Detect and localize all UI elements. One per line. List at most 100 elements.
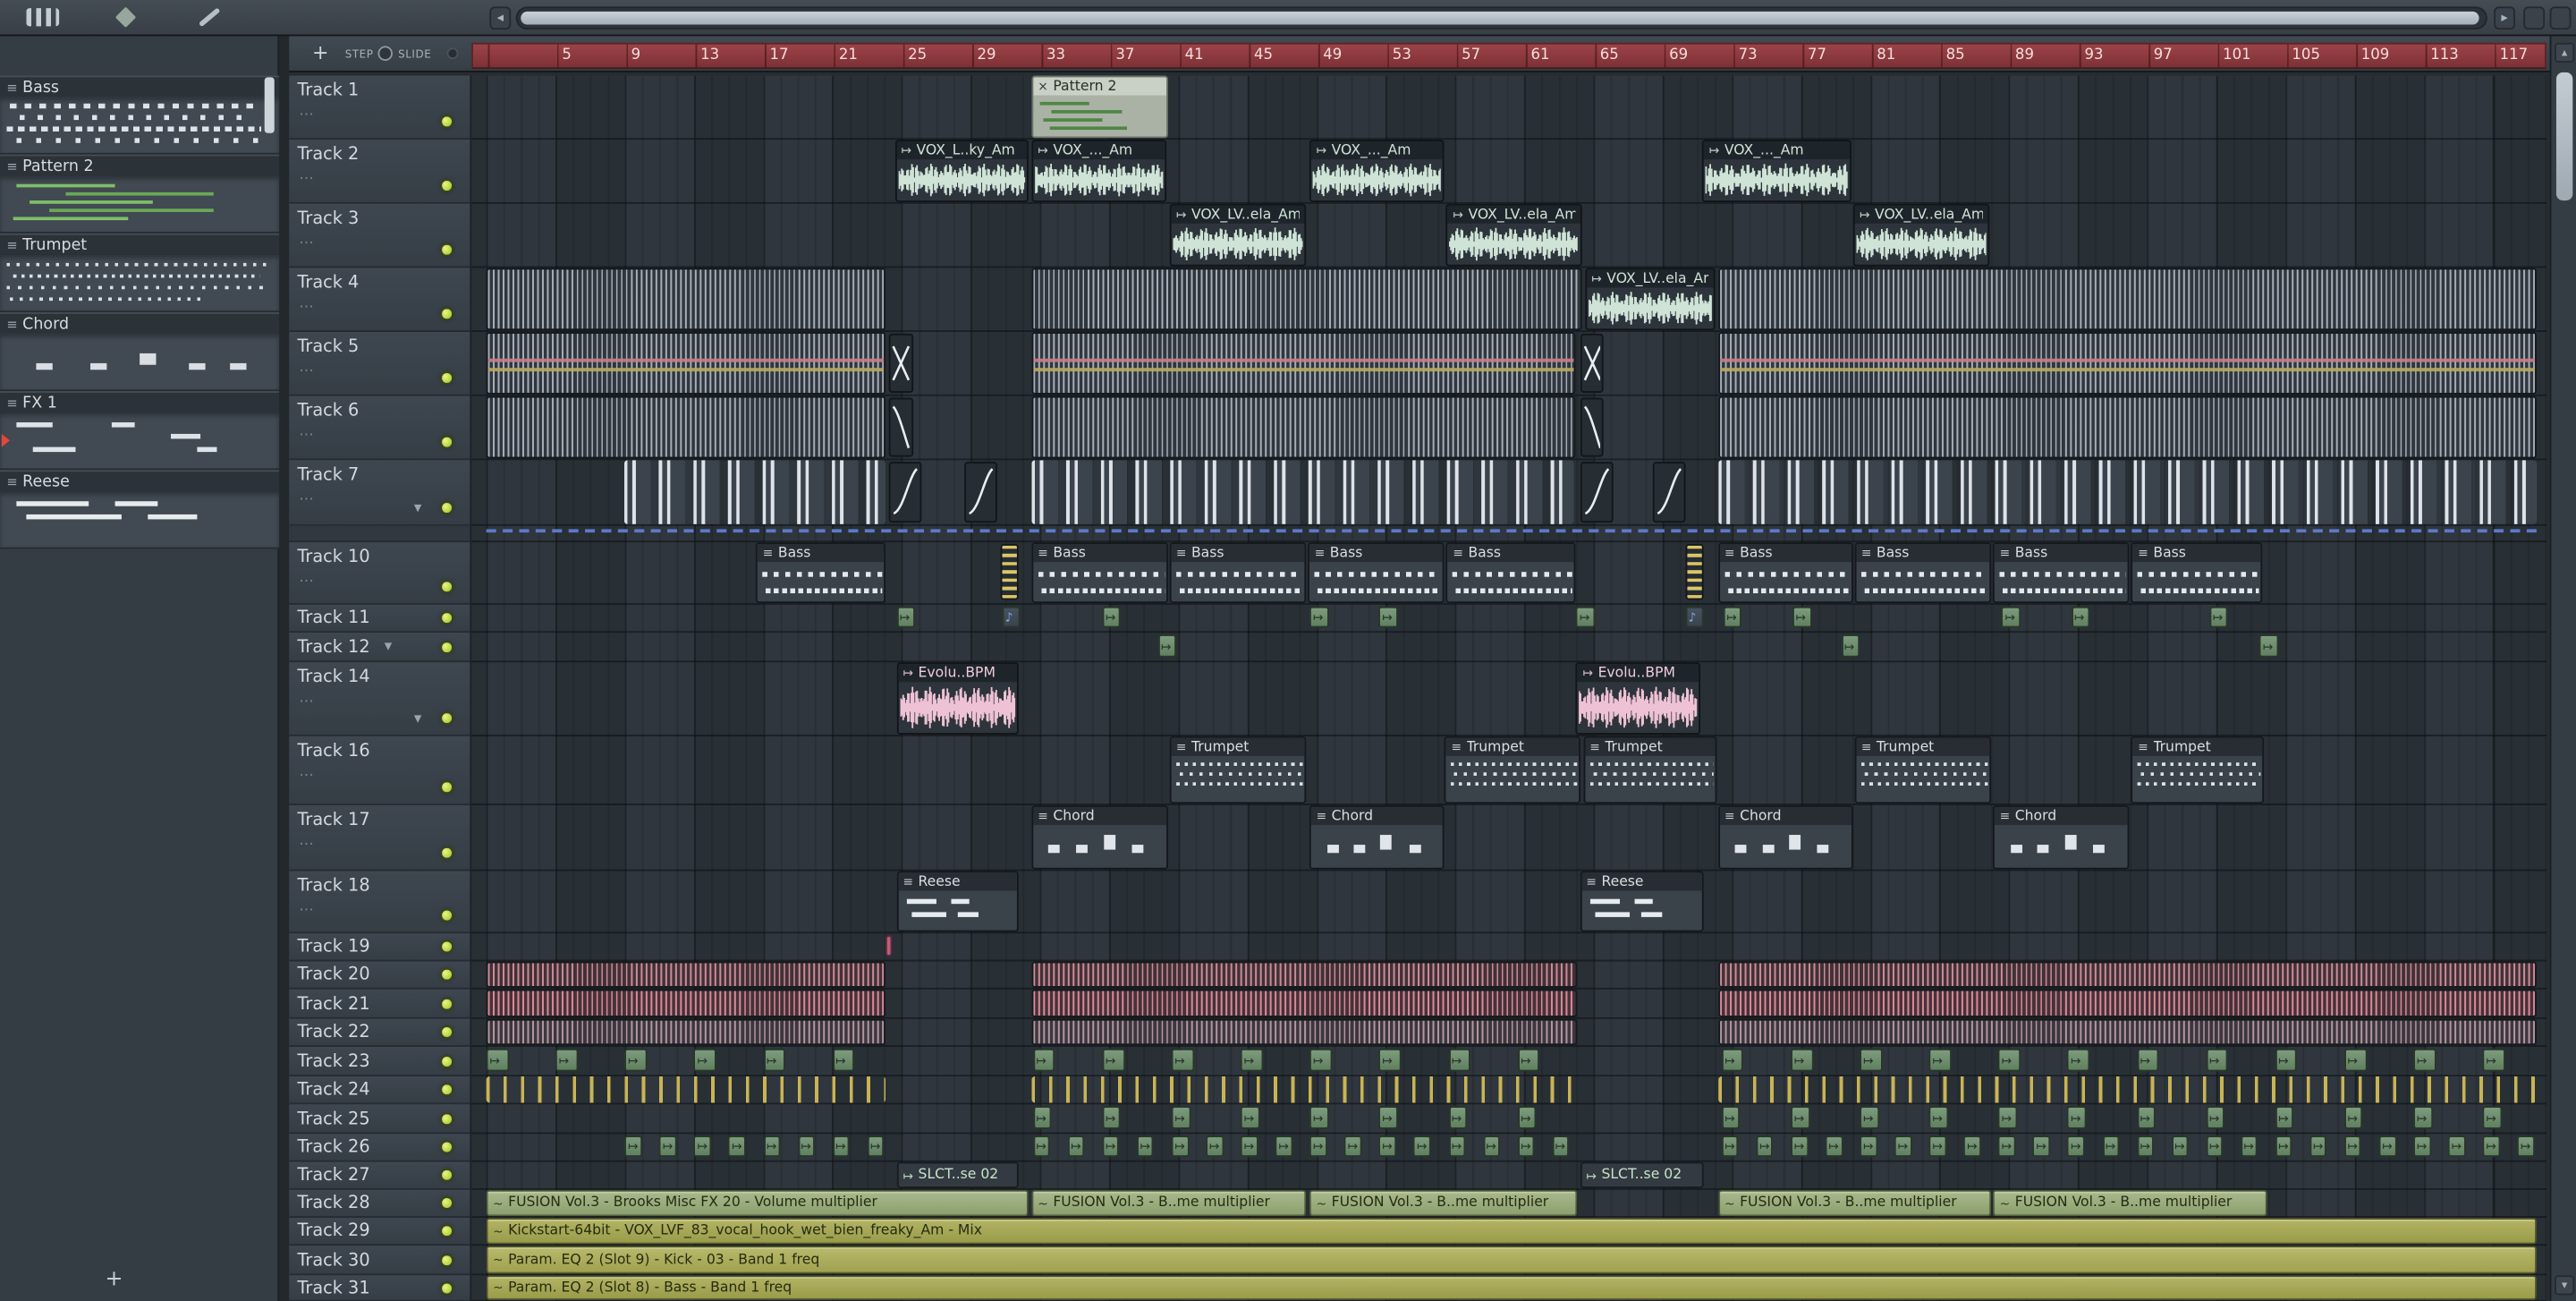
clip-mini[interactable]: ↦ xyxy=(1240,1048,1264,1072)
clip-mini[interactable]: ↦ xyxy=(797,1135,816,1158)
clip-mini[interactable]: ↦ xyxy=(1721,1106,1741,1129)
clip-mini[interactable]: ↦ xyxy=(2136,1048,2159,1072)
vscroll-up-button[interactable]: ▴ xyxy=(2555,42,2575,63)
clip-ticks[interactable] xyxy=(486,1076,886,1103)
clip-mini[interactable]: ↦ xyxy=(728,1135,746,1158)
clip-mini[interactable]: ↦ xyxy=(1157,633,1177,658)
mute-light[interactable] xyxy=(440,846,453,860)
track-header-track-10[interactable]: Track 10… xyxy=(289,542,470,605)
clip-mini[interactable]: ♪ xyxy=(1684,606,1705,628)
clip-mini[interactable]: ↦ xyxy=(1275,1135,1293,1158)
clip-kickstart-64bit-vox-lvf-83-vocal-hook-wet-bien-freaky-am-mix[interactable]: ~ Kickstart-64bit - VOX_LVF_83_vocal_hook… xyxy=(486,1218,2537,1245)
clip-mini[interactable]: ↦ xyxy=(2206,1106,2225,1129)
clip-vox-l-ky-am[interactable]: ↦ VOX_L..ky_Am xyxy=(894,140,1029,202)
track-header-track-19[interactable]: Track 19 xyxy=(289,933,470,962)
track-header-track-14[interactable]: Track 14 … ▼ xyxy=(289,662,470,736)
clip-mini[interactable]: ↦ xyxy=(2259,633,2279,658)
clip-fill[interactable] xyxy=(1684,543,1705,600)
clip-ticks[interactable] xyxy=(1717,1076,2537,1103)
clip-mini[interactable]: ↦ xyxy=(2343,1048,2367,1072)
track-header-track-22[interactable]: Track 22 xyxy=(289,1018,470,1047)
clip-mini[interactable]: ↦ xyxy=(1378,1048,1402,1072)
clip-mini[interactable]: ↦ xyxy=(2071,606,2090,628)
clip-mini[interactable]: ↦ xyxy=(1576,606,1596,628)
clip-stripes[interactable] xyxy=(486,395,886,459)
pattern-item-trumpet[interactable]: ≡ Trumpet xyxy=(0,233,280,312)
track-header-track-4[interactable]: Track 4… xyxy=(289,268,470,333)
clip-mini[interactable]: ↦ xyxy=(1721,1135,1739,1158)
clip-mini[interactable]: ↦ xyxy=(2482,1135,2501,1158)
clip-mini[interactable]: ↦ xyxy=(832,1048,855,1072)
mute-light[interactable] xyxy=(440,640,453,654)
clip-dashed[interactable] xyxy=(486,529,2537,535)
mute-light[interactable] xyxy=(440,307,453,321)
horizontal-scrollbar-thumb[interactable] xyxy=(521,11,2479,25)
track-header-track-20[interactable]: Track 20 xyxy=(289,961,470,990)
clip-stripes[interactable] xyxy=(486,989,886,1017)
mute-light[interactable] xyxy=(440,371,453,385)
mute-light[interactable] xyxy=(440,908,453,923)
clip-mini[interactable]: ↦ xyxy=(1928,1135,1947,1158)
mute-light[interactable] xyxy=(440,1054,453,1067)
clip-reese[interactable]: ≡ Reese xyxy=(1580,871,1705,932)
clip-stripes[interactable] xyxy=(1717,989,2537,1017)
clip-mini[interactable]: ↦ xyxy=(1721,1048,1744,1072)
track-header-track-2[interactable]: Track 2… xyxy=(289,140,470,204)
mute-light[interactable] xyxy=(440,115,453,129)
clip-mini[interactable]: ↦ xyxy=(1928,1048,1952,1072)
clip-mini[interactable]: ↦ xyxy=(1791,1106,1810,1129)
clip-mini[interactable]: ↦ xyxy=(1032,1135,1051,1158)
clip-mini[interactable]: ↦ xyxy=(1102,606,1122,628)
clip-mini[interactable]: ↦ xyxy=(555,1048,579,1072)
mute-light[interactable] xyxy=(440,780,453,795)
vertical-scrollbar[interactable]: ▴ ▾ xyxy=(2549,36,2576,1301)
clip-mini[interactable]: ↦ xyxy=(2171,1135,2189,1158)
window-button-a[interactable] xyxy=(2523,6,2546,30)
timeline-ruler[interactable]: 5 9 13 17 21 25 29 33 37 41 45 49 53 57 61 65 69 73 77 81 85… xyxy=(471,42,2546,70)
clip-pattern-2[interactable]: × Pattern 2 xyxy=(1030,75,1168,139)
clip-bass[interactable]: ≡ Bass xyxy=(756,542,886,604)
clip-mini[interactable]: ↦ xyxy=(1032,1048,1055,1072)
clip-bass[interactable]: ≡ Bass xyxy=(2131,542,2264,604)
clip-mini[interactable]: ↦ xyxy=(2482,1048,2505,1072)
mute-light[interactable] xyxy=(440,1253,453,1267)
track-header-spacer[interactable] xyxy=(289,525,470,543)
clip-vox-am[interactable]: ↦ VOX_..._Am xyxy=(1309,140,1445,202)
clip-mini[interactable]: ↦ xyxy=(1860,1048,1883,1072)
track-header-track-28[interactable]: Track 28 xyxy=(289,1189,470,1219)
clip-sweep[interactable] xyxy=(889,397,914,457)
pattern-item-bass[interactable]: ≡ Bass xyxy=(0,75,280,155)
hscroll-right-button[interactable]: ▸ xyxy=(2494,6,2516,30)
clip-mini[interactable]: ↦ xyxy=(1378,606,1398,628)
clip-mini[interactable]: ↦ xyxy=(2343,1106,2364,1129)
track-header-track-26[interactable]: Track 26 xyxy=(289,1134,470,1162)
clip-stripes[interactable] xyxy=(1030,989,1579,1017)
clip-mini[interactable]: ↦ xyxy=(1860,1106,1879,1129)
node-tool-icon[interactable] xyxy=(114,6,137,28)
clip-mini[interactable]: ↦ xyxy=(1171,1106,1191,1129)
track-header-track-6[interactable]: Track 6… xyxy=(289,395,470,461)
clip-mini[interactable]: ↦ xyxy=(2136,1135,2155,1158)
clip-sweep[interactable] xyxy=(889,333,914,393)
clip-mini[interactable]: ↦ xyxy=(1791,1135,1809,1158)
clip-bass[interactable]: ≡ Bass xyxy=(1030,542,1168,604)
clip-mini[interactable]: ↦ xyxy=(1791,1048,1814,1072)
pattern-item-fx-1[interactable]: ≡ FX 1 xyxy=(0,391,280,471)
clip-mini[interactable]: ↦ xyxy=(1825,1135,1843,1158)
mute-light[interactable] xyxy=(440,1280,453,1295)
clip-mini[interactable]: ↦ xyxy=(2067,1106,2087,1129)
clip-mini[interactable]: ↦ xyxy=(1136,1135,1155,1158)
window-button-b[interactable] xyxy=(2549,6,2572,30)
clip-mini[interactable]: ↦ xyxy=(1378,1135,1397,1158)
track-header-track-29[interactable]: Track 29 xyxy=(289,1218,470,1246)
clip-mini[interactable]: ↦ xyxy=(1998,1048,2021,1072)
clip-vox-am[interactable]: ↦ VOX_..._Am xyxy=(1702,140,1852,202)
clip-bass[interactable]: ≡ Bass xyxy=(1993,542,2131,604)
lanes[interactable]: × Pattern 2 ↦ VOX_L..ky_Am ↦ VOX_..._Am ↦ VOX_.… xyxy=(471,75,2546,1301)
track-header-track-23[interactable]: Track 23 xyxy=(289,1046,470,1077)
clip-mini[interactable]: ↦ xyxy=(1756,1135,1774,1158)
clip-evolu-bpm[interactable]: ↦ Evolu..BPM xyxy=(896,662,1020,736)
clip-bass[interactable]: ≡ Bass xyxy=(1308,542,1445,604)
clip-sweep[interactable] xyxy=(1580,462,1613,523)
clip-mini[interactable]: ↦ xyxy=(763,1135,781,1158)
